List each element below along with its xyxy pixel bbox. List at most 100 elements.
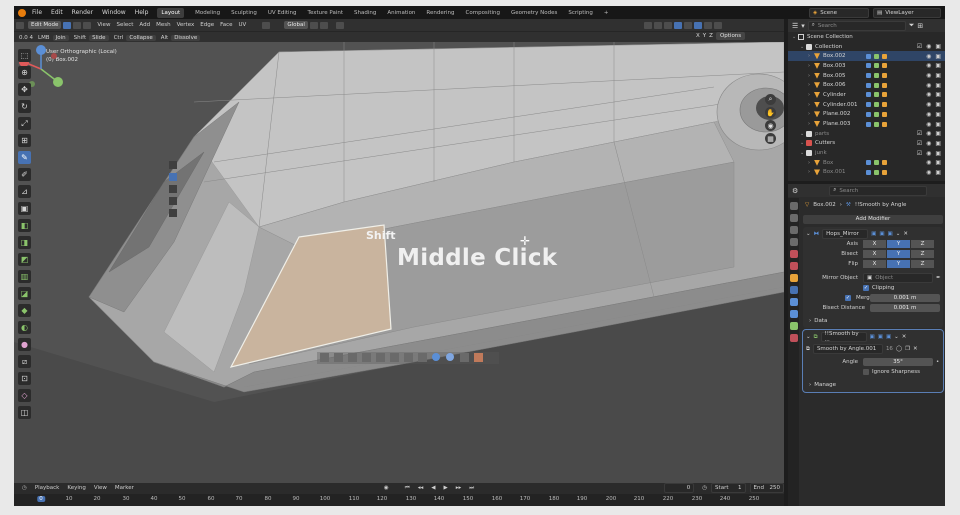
vertex-select-icon[interactable]: [63, 21, 72, 29]
outliner-row[interactable]: › Box.006 ◉ ▣: [788, 80, 945, 90]
menu-mesh[interactable]: Mesh: [156, 22, 170, 28]
tool-setting-value[interactable]: 0.0 4: [19, 35, 33, 41]
eye-icon[interactable]: ◉: [926, 150, 931, 157]
pivot-icon[interactable]: [262, 21, 271, 29]
inset-tool-icon[interactable]: ◨: [18, 236, 31, 249]
play-icon[interactable]: ▶: [443, 485, 447, 491]
outliner-row[interactable]: ⌄ Scene Collection: [788, 32, 945, 42]
edit-mode-toggle-icon[interactable]: ▣: [870, 334, 875, 340]
move-tool-icon[interactable]: ✥: [18, 83, 31, 96]
next-keyframe-icon[interactable]: ▸▸: [456, 485, 462, 491]
eye-icon[interactable]: ◉: [926, 43, 931, 50]
eye-icon[interactable]: ◉: [926, 140, 931, 147]
realtime-toggle-icon[interactable]: ▣: [879, 231, 884, 237]
shear-tool-icon[interactable]: ◇: [18, 389, 31, 402]
outliner-editor-icon[interactable]: ☰: [792, 22, 798, 30]
rip-tool-icon[interactable]: ◫: [18, 406, 31, 419]
exclude-checkbox-icon[interactable]: ☑: [917, 150, 922, 157]
add-workspace-button[interactable]: +: [604, 10, 609, 16]
duplicate-icon[interactable]: ❐: [905, 346, 910, 352]
smooth-tool-icon[interactable]: ●: [18, 338, 31, 351]
edge-select-icon[interactable]: [73, 21, 82, 29]
render-toggle-icon[interactable]: ▣: [886, 334, 891, 340]
camera-icon[interactable]: ▣: [935, 111, 941, 118]
mirror-modifier-name[interactable]: Hops_Mirror: [822, 229, 869, 239]
bevel-tool-icon[interactable]: ◩: [18, 253, 31, 266]
remove-modifier-icon[interactable]: ✕: [902, 334, 907, 340]
ignore-sharpness-checkbox[interactable]: [863, 369, 869, 375]
workspace-tab-texture-paint[interactable]: Texture Paint: [308, 10, 344, 16]
scene-selector[interactable]: ◈ Scene: [809, 8, 869, 18]
poly-build-tool-icon[interactable]: ◆: [18, 304, 31, 317]
collapse-chevron-icon[interactable]: ⌄: [806, 334, 811, 340]
keyframe-dot-icon[interactable]: •: [936, 359, 939, 365]
render-tab-icon[interactable]: [789, 214, 798, 222]
fake-user-icon[interactable]: ◯: [896, 346, 902, 352]
workspace-tab-shading[interactable]: Shading: [354, 10, 376, 16]
disclosure-triangle-icon[interactable]: ›: [808, 63, 814, 69]
jump-end-icon[interactable]: ⏭: [469, 485, 474, 492]
shading-material-icon[interactable]: [703, 21, 712, 29]
snap-icon[interactable]: [309, 21, 318, 29]
editor-type-icon[interactable]: [16, 21, 24, 29]
axis-z-toggle[interactable]: Z: [709, 33, 713, 39]
axis-x-button[interactable]: X: [863, 240, 886, 248]
transform-tool-icon[interactable]: ⊞: [18, 134, 31, 147]
eye-icon[interactable]: ◉: [926, 159, 931, 166]
outliner-row[interactable]: › Plane.003 ◉ ▣: [788, 119, 945, 129]
new-collection-icon[interactable]: ⊞: [917, 22, 923, 30]
outliner-row[interactable]: ⌄ parts ☑ ◉ ▣: [788, 129, 945, 139]
visibility-icon[interactable]: [643, 21, 652, 29]
axis-z-button[interactable]: Z: [911, 240, 934, 248]
smooth-modifier-name[interactable]: !!Smooth by ...: [820, 331, 867, 343]
camera-icon[interactable]: ▣: [935, 53, 941, 60]
modifier-menu-icon[interactable]: ⌄: [894, 334, 899, 340]
disclosure-triangle-icon[interactable]: ›: [808, 169, 814, 175]
outliner-row[interactable]: ⌄ Cutters ☑ ◉ ▣: [788, 139, 945, 149]
flip-x-button[interactable]: X: [863, 260, 886, 268]
disclosure-triangle-icon[interactable]: ›: [808, 53, 814, 59]
disclosure-triangle-icon[interactable]: ›: [808, 73, 814, 79]
camera-icon[interactable]: ▣: [935, 169, 941, 176]
play-reverse-icon[interactable]: ◀: [431, 485, 435, 491]
view-layer-selector[interactable]: ▤ ViewLayer: [873, 8, 941, 18]
angle-field[interactable]: 35°: [863, 358, 933, 366]
menu-edge[interactable]: Edge: [200, 22, 214, 28]
disclosure-triangle-icon[interactable]: ›: [808, 160, 814, 166]
disclosure-triangle-icon[interactable]: ›: [808, 111, 814, 117]
modifier-menu-icon[interactable]: ⌄: [896, 231, 901, 237]
add-modifier-button[interactable]: Add Modifier: [803, 215, 943, 224]
prev-keyframe-icon[interactable]: ◂◂: [418, 485, 424, 491]
exclude-checkbox-icon[interactable]: ☑: [917, 140, 922, 147]
menu-add[interactable]: Add: [139, 22, 150, 28]
flip-y-button[interactable]: Y: [887, 260, 910, 268]
join-button[interactable]: Join: [52, 34, 69, 41]
menu-window[interactable]: Window: [102, 9, 126, 16]
bisect-x-button[interactable]: X: [863, 250, 886, 258]
remove-modifier-icon[interactable]: ✕: [903, 231, 908, 237]
loop-cut-tool-icon[interactable]: ▥: [18, 270, 31, 283]
menu-edit[interactable]: Edit: [51, 9, 63, 16]
edit-tool-icon[interactable]: ✎: [18, 151, 31, 164]
camera-view-icon[interactable]: ◉: [765, 120, 776, 131]
bisect-z-button[interactable]: Z: [911, 250, 934, 258]
extrude-tool-icon[interactable]: ◧: [18, 219, 31, 232]
gizmo-toggle-icon[interactable]: [653, 21, 662, 29]
shading-rendered-icon[interactable]: [713, 21, 722, 29]
scale-tool-icon[interactable]: ⤢: [18, 117, 31, 130]
workspace-tab-scripting[interactable]: Scripting: [568, 10, 592, 16]
flip-z-button[interactable]: Z: [911, 260, 934, 268]
collapse-chevron-icon[interactable]: ⌄: [806, 231, 811, 237]
eye-icon[interactable]: ◉: [926, 111, 931, 118]
outliner-row[interactable]: › Cylinder.001 ◉ ▣: [788, 100, 945, 110]
eye-icon[interactable]: ◉: [926, 101, 931, 108]
perspective-toggle-icon[interactable]: ▦: [765, 133, 776, 144]
scene-tab-icon[interactable]: [789, 250, 798, 258]
shrink-fatten-tool-icon[interactable]: ⊡: [18, 372, 31, 385]
jump-start-icon[interactable]: ⏮: [405, 485, 410, 492]
data-subpanel-header[interactable]: › Data: [803, 316, 943, 326]
cursor-tool-icon[interactable]: ⊕: [18, 66, 31, 79]
workspace-tab-uv-editing[interactable]: UV Editing: [268, 10, 297, 16]
axis-x-toggle[interactable]: X: [696, 33, 700, 39]
outliner-row[interactable]: ⌄ junk ☑ ◉ ▣: [788, 148, 945, 158]
